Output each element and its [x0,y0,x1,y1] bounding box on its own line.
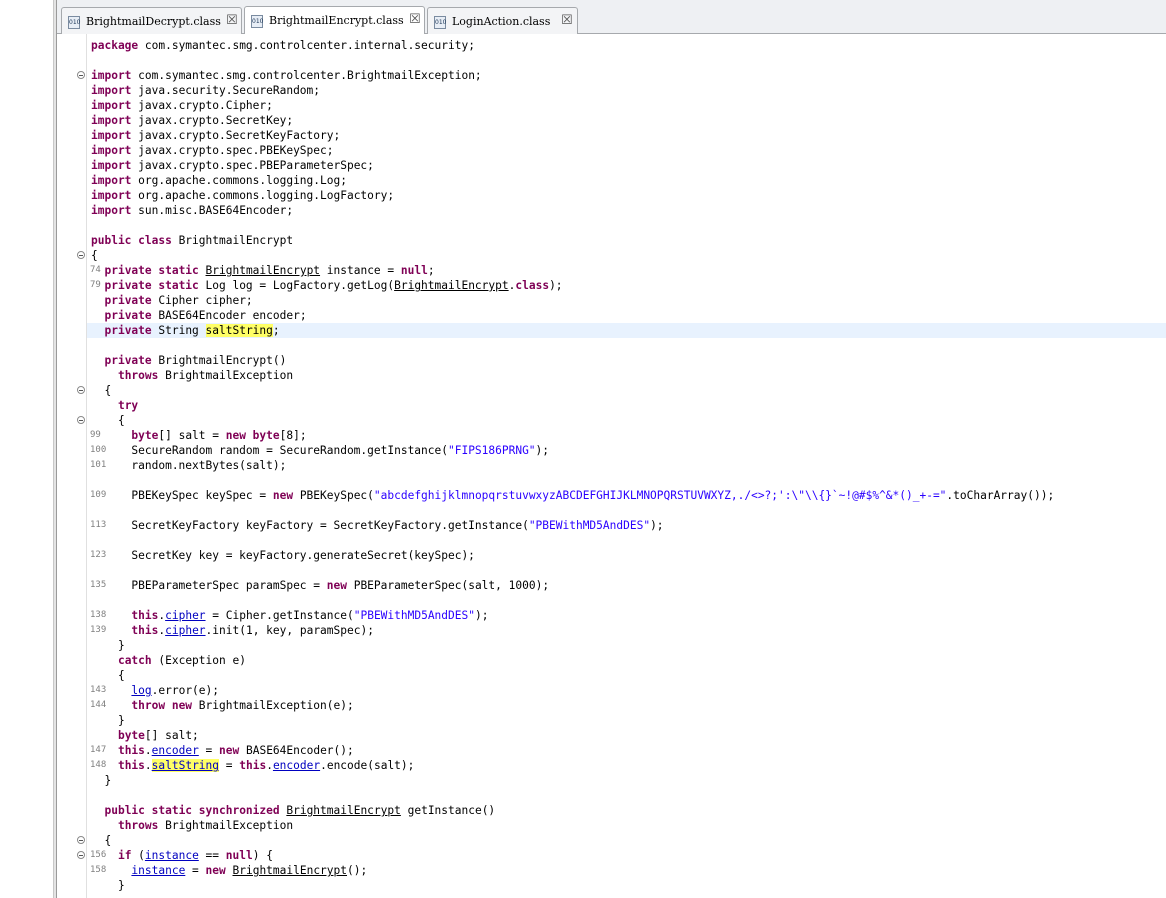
fold-toggle-icon[interactable] [77,71,85,79]
code-line: private BrightmailEncrypt() [104,354,287,367]
code-line: 109 PBEKeySpec keySpec = new PBEKeySpec(… [87,488,1166,503]
code-editor: 010 BrightmailDecrypt.class 010 Brightma… [57,0,1166,898]
code-area[interactable]: package com.symantec.smg.controlcenter.i… [77,34,1166,898]
code-line: public class BrightmailEncrypt [91,234,294,247]
code-line: import javax.crypto.SecretKeyFactory; [91,129,341,142]
code-line: import javax.crypto.SecretKey; [91,114,294,127]
code-line: 99 byte[] salt = new byte[8]; [87,428,1166,443]
current-code-line: private String saltString; [87,323,1166,338]
code-line: 123 SecretKey key = keyFactory.generateS… [87,548,1166,563]
code-line: { [77,413,1166,428]
code-line: import java.security.SecureRandom; [91,84,321,97]
code-line: import org.apache.commons.logging.LogFac… [91,189,395,202]
code-line: 79 private static Log log = LogFactory.g… [87,278,1166,293]
code-line: 135 PBEParameterSpec paramSpec = new PBE… [87,578,1166,593]
class-file-icon: 010 [68,16,80,29]
code-line: 148 this.saltString = this.encoder.encod… [87,758,1166,773]
code-line: byte[] salt; [117,729,199,742]
code-line: package com.symantec.smg.controlcenter.i… [91,39,475,52]
code-line: 147 this.encoder = new BASE64Encoder(); [87,743,1166,758]
fold-toggle-icon[interactable] [77,416,85,424]
tab-brightmail-encrypt[interactable]: 010 BrightmailEncrypt.class [244,6,425,34]
code-line: private Cipher cipher; [104,294,253,307]
tab-label: LoginAction.class [452,15,551,28]
fold-toggle-icon[interactable] [77,386,85,394]
tab-label: BrightmailEncrypt.class [269,14,404,27]
code-line: import org.apache.commons.logging.Log; [91,174,347,187]
code-line: } [91,639,125,652]
close-icon[interactable] [226,13,238,28]
code-line: import com.symantec.smg.controlcenter.Br… [77,68,1166,83]
code-line: 74 private static BrightmailEncrypt inst… [87,263,1166,278]
class-file-icon: 010 [434,16,446,29]
fold-toggle-icon[interactable] [77,251,85,259]
code-line: import javax.crypto.Cipher; [91,99,273,112]
tab-login-action[interactable]: 010 LoginAction.class [427,7,578,34]
code-line: 144 throw new BrightmailException(e); [87,698,1166,713]
editor-tab-bar: 010 BrightmailDecrypt.class 010 Brightma… [57,0,1166,34]
code-line: { [77,833,1166,848]
tab-brightmail-decrypt[interactable]: 010 BrightmailDecrypt.class [61,7,242,34]
code-line: 143 log.error(e); [87,683,1166,698]
code-line: 101 random.nextBytes(salt); [87,458,1166,473]
code-line: { [77,383,1166,398]
code-line: 139 this.cipher.init(1, key, paramSpec); [87,623,1166,638]
code-line: try [117,399,139,412]
code-line: catch (Exception e) [117,654,246,667]
tab-label: BrightmailDecrypt.class [86,15,221,28]
code-line: import javax.crypto.spec.PBEKeySpec; [91,144,334,157]
code-line: } [91,774,112,787]
fold-toggle-icon[interactable] [77,851,85,859]
code-line: { [77,248,1166,263]
code-line: public static synchronized BrightmailEnc… [104,804,496,817]
code-line: throws BrightmailException [117,369,294,382]
code-line: } [91,879,125,892]
code-line: 156 if (instance == null) { [77,848,1166,863]
code-line: { [91,669,125,682]
code-line: import sun.misc.BASE64Encoder; [91,204,294,217]
close-icon[interactable] [409,12,421,27]
code-line: 138 this.cipher = Cipher.getInstance("PB… [87,608,1166,623]
close-icon[interactable] [561,13,573,28]
code-line: 158 instance = new BrightmailEncrypt(); [87,863,1166,878]
code-line: } [91,714,125,727]
code-line: throws BrightmailException [117,819,294,832]
code-line: 113 SecretKeyFactory keyFactory = Secret… [87,518,1166,533]
code-line: import javax.crypto.spec.PBEParameterSpe… [91,159,374,172]
class-file-icon: 010 [251,15,263,28]
fold-toggle-icon[interactable] [77,836,85,844]
code-line: private BASE64Encoder encoder; [104,309,307,322]
code-line: 100 SecureRandom random = SecureRandom.g… [87,443,1166,458]
